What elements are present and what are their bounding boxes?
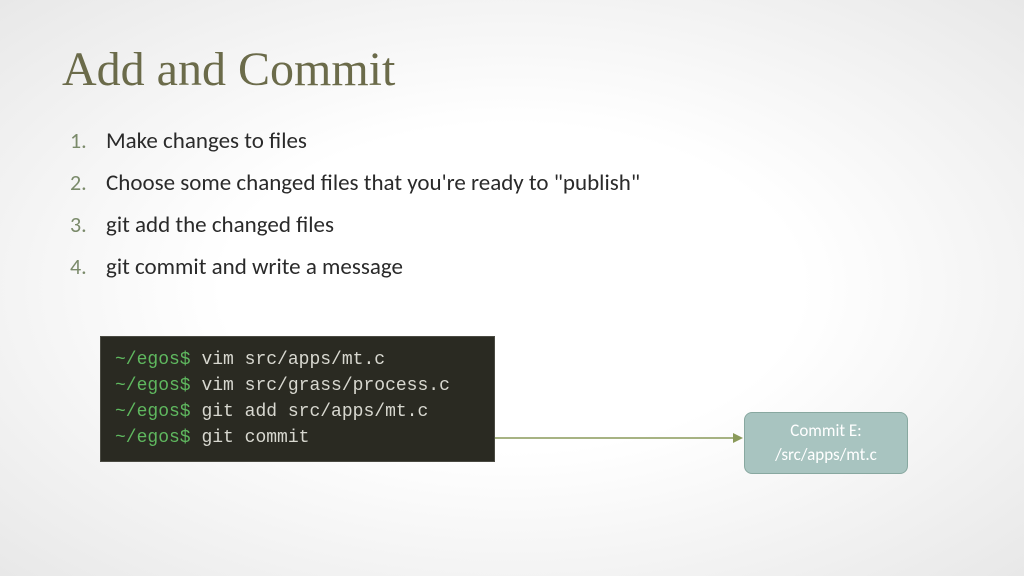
- terminal-block: ~/egos$ vim src/apps/mt.c ~/egos$ vim sr…: [100, 336, 495, 462]
- terminal-line: ~/egos$ git commit: [115, 425, 480, 451]
- commit-label: Commit E:: [790, 419, 861, 443]
- terminal-command: vim src/apps/mt.c: [201, 350, 385, 370]
- list-text: git commit and write a message: [106, 253, 403, 281]
- slide-title: Add and Commit: [0, 0, 1024, 97]
- list-text: Choose some changed files that you're re…: [106, 169, 640, 197]
- steps-list: 1. Make changes to files 2. Choose some …: [0, 97, 1024, 281]
- commit-path: /src/apps/mt.c: [775, 443, 877, 467]
- terminal-command: git add src/apps/mt.c: [201, 402, 428, 422]
- list-text: Make changes to files: [106, 127, 307, 155]
- terminal-line: ~/egos$ git add src/apps/mt.c: [115, 399, 480, 425]
- list-number: 2.: [70, 169, 106, 196]
- list-item: 2. Choose some changed files that you're…: [70, 169, 1024, 197]
- list-item: 4. git commit and write a message: [70, 253, 1024, 281]
- terminal-line: ~/egos$ vim src/grass/process.c: [115, 373, 480, 399]
- terminal-command: vim src/grass/process.c: [201, 376, 449, 396]
- list-number: 3.: [70, 211, 106, 238]
- list-number: 1.: [70, 127, 106, 154]
- terminal-command: git commit: [201, 428, 309, 448]
- terminal-prompt: ~/egos$: [115, 428, 191, 448]
- list-item: 1. Make changes to files: [70, 127, 1024, 155]
- commit-node: Commit E: /src/apps/mt.c: [744, 412, 908, 474]
- terminal-line: ~/egos$ vim src/apps/mt.c: [115, 347, 480, 373]
- terminal-prompt: ~/egos$: [115, 350, 191, 370]
- arrow-icon: [495, 428, 745, 448]
- terminal-prompt: ~/egos$: [115, 376, 191, 396]
- list-text: git add the changed files: [106, 211, 334, 239]
- list-item: 3. git add the changed files: [70, 211, 1024, 239]
- terminal-prompt: ~/egos$: [115, 402, 191, 422]
- list-number: 4.: [70, 253, 106, 280]
